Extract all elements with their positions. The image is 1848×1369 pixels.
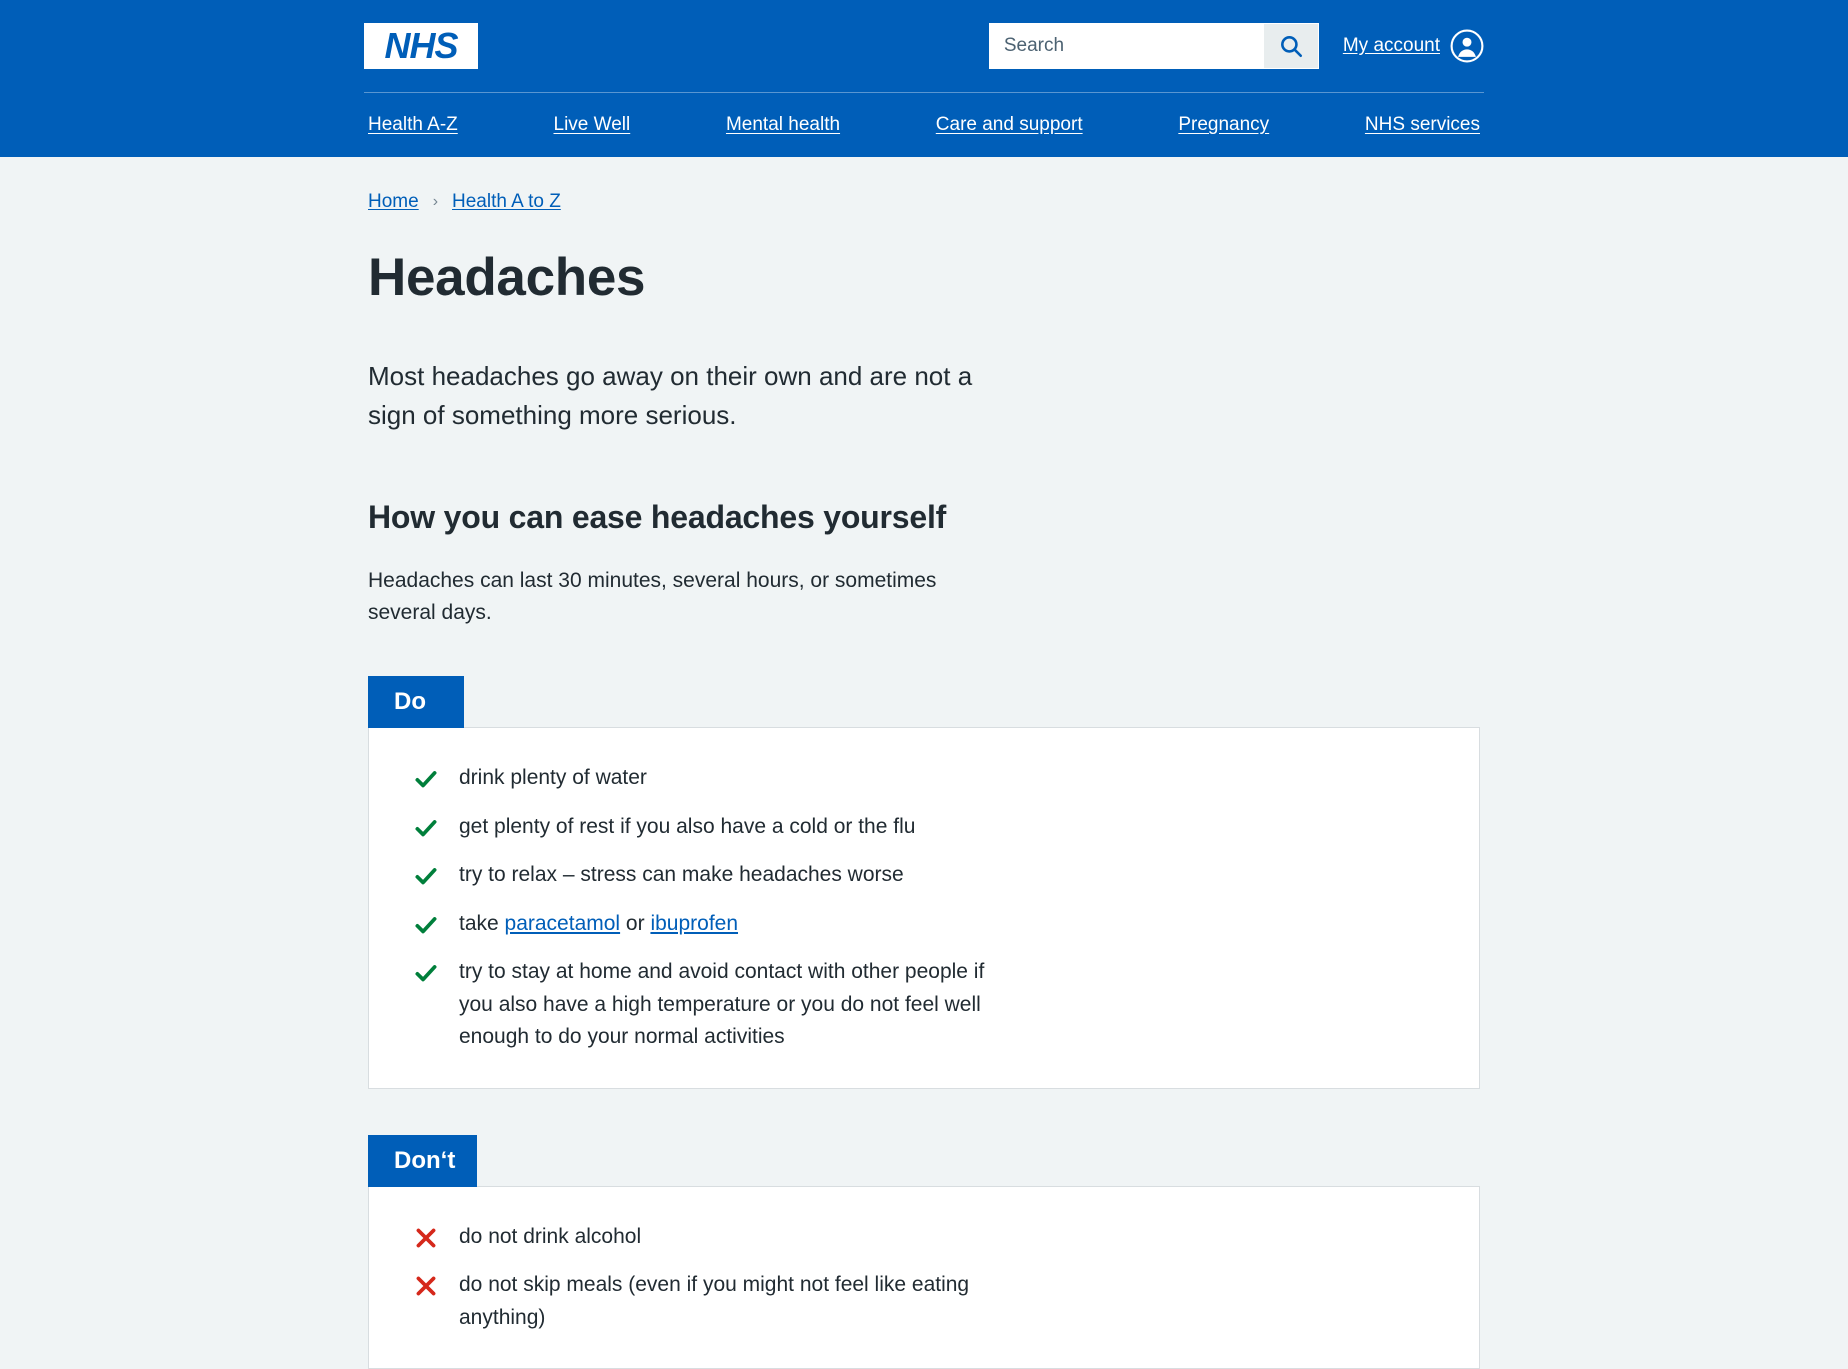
- take-prefix-text: take: [459, 911, 505, 935]
- nav-item-care-and-support[interactable]: Care and support: [936, 114, 1083, 136]
- page-lede: Most headaches go away on their own and …: [368, 361, 973, 431]
- list-item: try to relax – stress can make headaches…: [413, 859, 1439, 892]
- dont-card-label: Don‘t: [368, 1134, 478, 1187]
- tick-icon: [413, 815, 439, 841]
- list-item-text: get plenty of rest if you also have a co…: [459, 814, 916, 838]
- section-paragraph: Headaches can last 30 minutes, several h…: [368, 568, 937, 625]
- do-card-body: drink plenty of water get plenty of rest…: [368, 726, 1480, 1089]
- nhs-logo-text: NHS: [384, 25, 458, 66]
- search-icon: [1278, 33, 1304, 59]
- breadcrumb-item-home[interactable]: Home: [368, 191, 419, 213]
- ibuprofen-link[interactable]: ibuprofen: [650, 912, 738, 935]
- breadcrumb-separator-icon: ›: [432, 193, 439, 210]
- search-button[interactable]: [1263, 24, 1318, 68]
- breadcrumb: Home › Health A to Z: [368, 157, 1480, 213]
- list-item-text: try to stay at home and avoid contact wi…: [459, 960, 985, 1049]
- tick-icon: [413, 912, 439, 938]
- section-heading-ease-headaches: How you can ease headaches yourself: [368, 499, 947, 536]
- list-item-text: do not drink alcohol: [459, 1224, 642, 1248]
- nhs-logo[interactable]: NHS: [364, 23, 478, 69]
- list-item-text: drink plenty of water: [459, 765, 647, 789]
- dont-list: do not drink alcohol do not skip meals (…: [413, 1221, 1439, 1335]
- do-card-label: Do: [368, 675, 464, 728]
- search-box: [988, 23, 1319, 69]
- list-item: do not drink alcohol: [413, 1221, 1439, 1254]
- nav-item-nhs-services[interactable]: NHS services: [1365, 114, 1480, 136]
- primary-nav: Health A-Z Live Well Mental health Care …: [0, 93, 1848, 157]
- paracetamol-link[interactable]: paracetamol: [505, 912, 621, 935]
- my-account-link[interactable]: My account: [1343, 35, 1440, 57]
- list-item: try to stay at home and avoid contact wi…: [413, 956, 1439, 1054]
- account-avatar-icon[interactable]: [1450, 29, 1484, 63]
- page-title: Headaches: [368, 248, 646, 307]
- list-item: do not skip meals (even if you might not…: [413, 1269, 1439, 1334]
- account-area[interactable]: My account: [1343, 29, 1484, 63]
- list-item: get plenty of rest if you also have a co…: [413, 811, 1439, 844]
- nav-item-pregnancy[interactable]: Pregnancy: [1178, 114, 1269, 136]
- nav-item-mental-health[interactable]: Mental health: [726, 114, 840, 136]
- cross-icon: [413, 1225, 439, 1251]
- header-inner: NHS My account: [364, 0, 1484, 92]
- list-item-text: try to relax – stress can make headaches…: [459, 863, 904, 887]
- dont-card-body: do not drink alcohol do not skip meals (…: [368, 1185, 1480, 1369]
- list-item: take paracetamol or ibuprofen: [413, 908, 1439, 941]
- site-header: NHS My account: [0, 0, 1848, 157]
- tick-icon: [413, 863, 439, 889]
- list-item: drink plenty of water: [413, 762, 1439, 795]
- list-item-text: do not skip meals (even if you might not…: [459, 1273, 970, 1329]
- do-callout-card: Do drink plenty of water get plenty of r…: [368, 675, 1480, 1089]
- list-item-text-with-links: take paracetamol or ibuprofen: [459, 908, 738, 941]
- nav-item-health-a-z[interactable]: Health A-Z: [368, 114, 458, 136]
- cross-icon: [413, 1273, 439, 1299]
- do-list: drink plenty of water get plenty of rest…: [413, 762, 1439, 1054]
- main-content: Home › Health A to Z Headaches Most head…: [364, 157, 1484, 1369]
- tick-icon: [413, 960, 439, 986]
- search-input[interactable]: [989, 24, 1264, 68]
- or-text: or: [620, 911, 651, 935]
- breadcrumb-item-health-a-to-z[interactable]: Health A to Z: [452, 191, 561, 213]
- dont-callout-card: Don‘t do not drink alcohol do not skip m…: [368, 1134, 1480, 1369]
- nav-item-live-well[interactable]: Live Well: [554, 114, 631, 136]
- primary-nav-inner: Health A-Z Live Well Mental health Care …: [364, 93, 1484, 157]
- tick-icon: [413, 766, 439, 792]
